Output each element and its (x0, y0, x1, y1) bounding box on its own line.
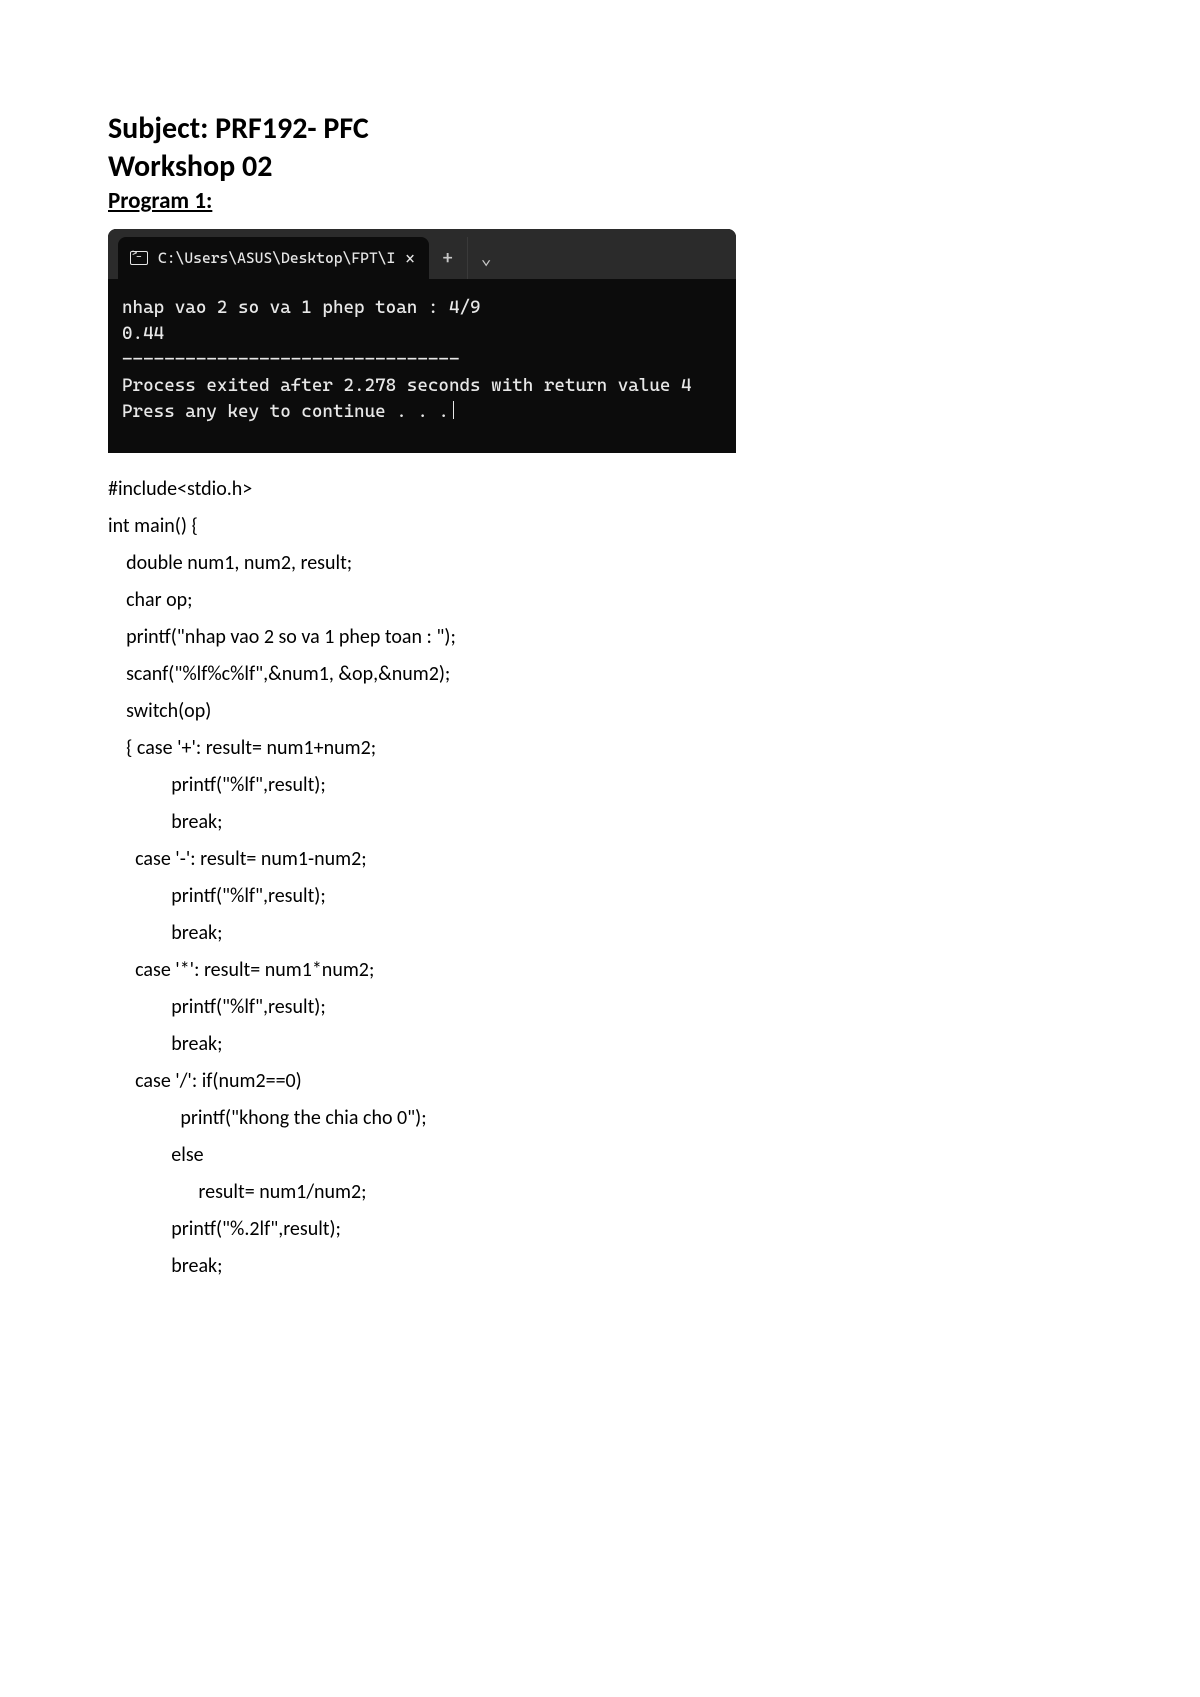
terminal-line: 0.44 (122, 323, 164, 344)
source-code: #include<stdio.h> int main() { double nu… (108, 471, 1092, 1285)
code-line: result= num1/num2; (108, 1180, 367, 1204)
terminal-line: Process exited after 2.278 seconds with … (122, 375, 692, 396)
code-line: break; (108, 1032, 223, 1056)
code-line: printf("%lf",result); (108, 773, 326, 797)
code-line: double num1, num2, result; (108, 551, 352, 575)
code-line: printf("%lf",result); (108, 884, 326, 908)
terminal-output: nhap vao 2 so va 1 phep toan : 4/9 0.44 … (108, 279, 736, 453)
terminal-tabbar: C:\Users\ASUS\Desktop\FPT\I × + ⌄ (108, 229, 736, 279)
plus-icon: + (442, 248, 453, 269)
program-heading: Program 1: (108, 187, 1092, 215)
code-line: char op; (108, 588, 193, 612)
code-line: printf("%.2lf",result); (108, 1217, 341, 1241)
tab-dropdown-button[interactable]: ⌄ (467, 237, 505, 279)
new-tab-button[interactable]: + (429, 237, 467, 279)
cmd-icon (130, 251, 148, 265)
code-line: break; (108, 810, 223, 834)
code-line: printf("nhap vao 2 so va 1 phep toan : "… (108, 625, 456, 649)
code-line: break; (108, 921, 223, 945)
code-line: int main() { (108, 514, 198, 538)
code-line: switch(op) (108, 699, 211, 723)
terminal-line: Press any key to continue . . . (122, 401, 449, 422)
code-line: case '-': result= num1-num2; (108, 847, 367, 871)
close-icon[interactable]: × (405, 249, 414, 268)
terminal-window: C:\Users\ASUS\Desktop\FPT\I × + ⌄ nhap v… (108, 229, 736, 453)
code-line: #include<stdio.h> (108, 477, 252, 501)
code-line: printf("khong the chia cho 0"); (108, 1106, 427, 1130)
code-line: scanf("%lf%c%lf",&num1, &op,&num2); (108, 662, 450, 686)
terminal-tab[interactable]: C:\Users\ASUS\Desktop\FPT\I × (118, 237, 429, 279)
code-line: else (108, 1143, 204, 1167)
code-line: printf("%lf",result); (108, 995, 326, 1019)
code-line: case '*': result= num1*num2; (108, 958, 374, 982)
code-line: case '/': if(num2==0) (108, 1069, 302, 1093)
page-subject: Subject: PRF192- PFC (108, 110, 1092, 148)
cursor-icon (453, 401, 454, 419)
code-line: { case '+': result= num1+num2; (108, 736, 376, 760)
page-workshop: Workshop 02 (108, 148, 1092, 186)
terminal-line: nhap vao 2 so va 1 phep toan : 4/9 (122, 297, 481, 318)
terminal-tab-title: C:\Users\ASUS\Desktop\FPT\I (158, 249, 395, 267)
code-line: break; (108, 1254, 223, 1278)
chevron-down-icon: ⌄ (481, 248, 492, 269)
terminal-line: -------------------------------- (122, 349, 460, 370)
